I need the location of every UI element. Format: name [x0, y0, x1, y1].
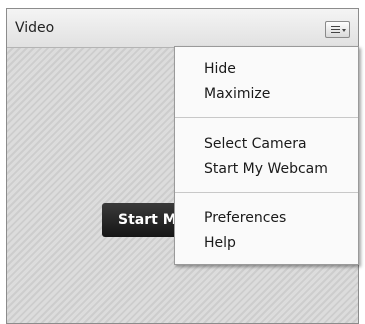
menu-separator	[175, 192, 358, 193]
pod-options-menu: Hide Maximize Select Camera Start My Web…	[174, 46, 359, 265]
menu-separator	[175, 117, 358, 118]
menu-item-preferences[interactable]: Preferences	[204, 210, 286, 226]
menu-lines-icon	[331, 26, 340, 33]
menu-item-start-webcam[interactable]: Start My Webcam	[204, 161, 328, 177]
pod-header: Video	[7, 9, 358, 48]
pod-options-button[interactable]	[325, 21, 350, 38]
caret-down-icon	[342, 29, 346, 32]
pod-title: Video	[15, 20, 55, 36]
menu-item-select-camera[interactable]: Select Camera	[204, 136, 307, 152]
menu-item-hide[interactable]: Hide	[204, 61, 236, 77]
menu-item-maximize[interactable]: Maximize	[204, 86, 270, 102]
menu-item-help[interactable]: Help	[204, 235, 236, 251]
